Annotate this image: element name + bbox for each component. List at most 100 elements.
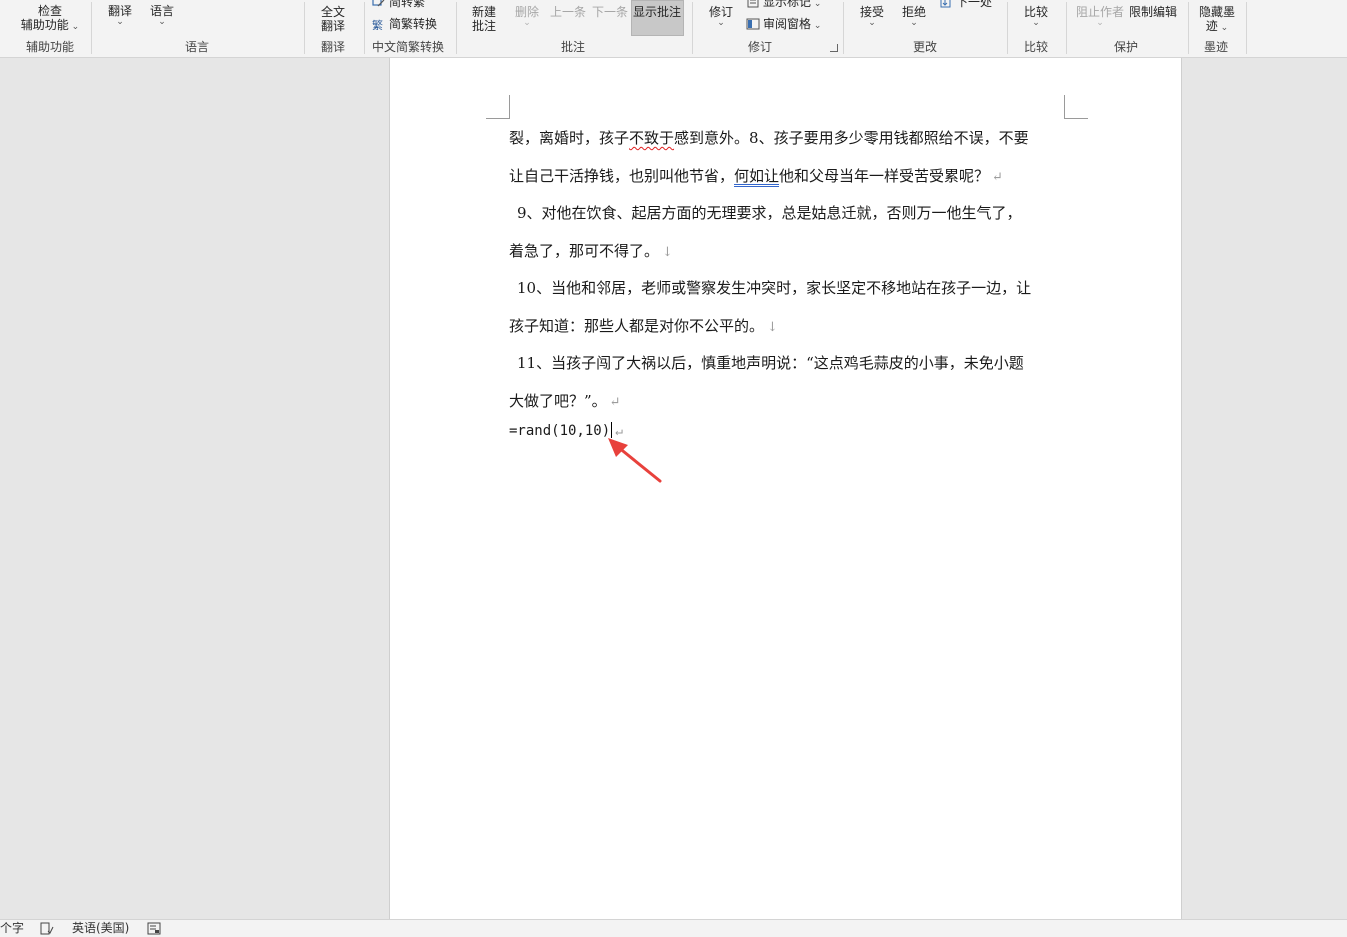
restrict-editing-button[interactable]: 限制编辑 xyxy=(1129,5,1177,19)
text-run: 孩子知道：那些人都是对你不公平的。 xyxy=(509,317,765,335)
annotation-arrow-icon xyxy=(608,438,662,483)
translate-document-label-1: 全文 xyxy=(320,5,345,19)
reviewing-pane-icon xyxy=(746,18,760,30)
text-run: 让自己干活挣钱，也别叫他节省， xyxy=(509,167,735,185)
chevron-down-icon: ⌄ xyxy=(523,18,531,28)
text-run: 他和父母当年一样受苦受累呢？ xyxy=(779,167,990,185)
show-markup-dropdown[interactable]: 显示标记 ⌄ xyxy=(746,0,821,11)
previous-comment-button[interactable]: 上一条 xyxy=(550,5,586,19)
simplified-to-traditional-button[interactable]: 简转繁 xyxy=(372,0,425,9)
tracking-options-launcher-icon[interactable] xyxy=(830,44,838,52)
status-bar: 个字 英语(美国) xyxy=(0,919,1347,937)
translate-document-label-2: 翻译 xyxy=(320,19,345,33)
group-label-comments: 批注 xyxy=(560,40,585,54)
group-separator xyxy=(692,2,693,54)
text-run: 11、当孩子闯了大祸以后，慎重地声明说：“这点鸡毛蒜皮的小事，未免小题 xyxy=(517,354,1024,372)
new-comment-button[interactable]: 新建 批注 xyxy=(468,5,500,33)
word-count[interactable]: 个字 xyxy=(0,920,24,937)
reviewing-pane-dropdown[interactable]: 审阅窗格 ⌄ xyxy=(746,17,821,33)
next-comment-button[interactable]: 下一条 xyxy=(592,5,628,19)
group-separator xyxy=(304,2,305,54)
group-separator xyxy=(364,2,365,54)
macro-record-icon[interactable] xyxy=(147,922,161,935)
accept-button[interactable]: 接受 ⌄ xyxy=(856,5,888,28)
document-page[interactable]: 裂，离婚时，孩子不致于感到意外。8、孩子要用多少零用钱都照给不误，不要 让自己干… xyxy=(389,58,1182,919)
track-changes-button[interactable]: 修订 ⌄ xyxy=(705,5,737,28)
group-label-translate: 翻译 xyxy=(320,40,345,54)
paragraph-line[interactable]: 10、当他和邻居，老师或警察发生冲突时，家长坚定不移地站在孩子一边，让 xyxy=(517,278,1031,298)
group-separator xyxy=(1007,2,1008,54)
grammar-error-run[interactable]: 何如让 xyxy=(734,167,779,185)
paragraph-line[interactable]: 让自己干活挣钱，也别叫他节省，何如让他和父母当年一样受苦受累呢？ ↵ xyxy=(509,166,1003,188)
compare-button[interactable]: 比较 ⌄ xyxy=(1020,5,1052,28)
markup-icon xyxy=(747,0,759,8)
proofing-icon[interactable] xyxy=(40,922,54,935)
paragraph-line[interactable]: 大做了吧？”。 ↵ xyxy=(509,391,621,413)
reject-button[interactable]: 拒绝 ⌄ xyxy=(898,5,930,28)
language-button[interactable]: 语言 ⌄ xyxy=(146,4,178,27)
reviewing-pane-label: 审阅窗格 xyxy=(763,17,812,31)
rand-formula-text: =rand(10,10) xyxy=(509,423,611,439)
group-label-language: 语言 xyxy=(184,40,209,54)
group-label-ink: 墨迹 xyxy=(1203,40,1228,54)
group-label-compare: 比较 xyxy=(1023,40,1048,54)
group-label-accessibility: 辅助功能 xyxy=(25,40,74,54)
check-accessibility-button[interactable]: 检查 辅助功能 ⌄ xyxy=(20,4,80,34)
group-separator xyxy=(1246,2,1247,54)
language-label: 语言 xyxy=(149,4,174,18)
chevron-down-icon: ⌄ xyxy=(811,0,822,9)
ribbon: 检查 辅助功能 ⌄ 辅助功能 翻译 ⌄ 语言 ⌄ 语言 全文 翻译 翻译 简转繁… xyxy=(0,0,1347,58)
check-accessibility-label-1: 检查 xyxy=(37,4,62,18)
next-change-icon xyxy=(940,0,951,8)
hide-ink-label-1: 隐藏墨 xyxy=(1198,5,1235,19)
line-break-mark-icon: ↓ xyxy=(767,320,778,335)
next-change-button[interactable]: 下一处 xyxy=(939,0,992,9)
language-status[interactable]: 英语(美国) xyxy=(72,920,129,937)
chevron-down-icon: ⌄ xyxy=(158,17,166,27)
paragraph-line[interactable]: 着急了，那可不得了。 ↓ xyxy=(509,241,673,263)
group-separator xyxy=(1188,2,1189,54)
chevron-down-icon: ⌄ xyxy=(1032,18,1040,28)
hide-ink-label-2: 迹 xyxy=(1205,19,1218,33)
group-separator xyxy=(1066,2,1067,54)
block-authors-button[interactable]: 阻止作者 ⌄ xyxy=(1075,5,1125,28)
group-label-protect: 保护 xyxy=(1113,40,1138,54)
chevron-down-icon: ⌄ xyxy=(68,22,80,32)
paragraph-line[interactable]: 裂，离婚时，孩子不致于感到意外。8、孩子要用多少零用钱都照给不误，不要 xyxy=(509,128,1029,148)
spelling-error-run[interactable]: 不致于 xyxy=(629,129,674,147)
text-run: 感到意外。8、孩子要用多少零用钱都照给不误，不要 xyxy=(674,129,1029,147)
chevron-down-icon: ⌄ xyxy=(811,21,822,31)
group-separator xyxy=(456,2,457,54)
accept-label: 接受 xyxy=(859,5,884,19)
group-label-changes: 更改 xyxy=(912,40,937,54)
delete-comment-button[interactable]: 删除 ⌄ xyxy=(511,5,543,28)
new-comment-label-1: 新建 xyxy=(471,5,496,19)
chevron-down-icon: ⌄ xyxy=(1217,23,1229,33)
group-separator xyxy=(91,2,92,54)
text-run: 着急了，那可不得了。 xyxy=(509,242,660,260)
text-run: 大做了吧？”。 xyxy=(509,392,607,410)
paragraph-line[interactable]: 孩子知道：那些人都是对你不公平的。 ↓ xyxy=(509,316,778,338)
paragraph-mark-icon: ↵ xyxy=(609,395,621,410)
svg-text:繁: 繁 xyxy=(372,18,383,30)
translate-document-button[interactable]: 全文 翻译 xyxy=(316,5,350,33)
chinese-conversion-label: 简繁转换 xyxy=(389,17,438,31)
text-run: 10、当他和邻居，老师或警察发生冲突时，家长坚定不移地站在孩子一边，让 xyxy=(517,279,1032,297)
hide-ink-button[interactable]: 隐藏墨 迹 ⌄ xyxy=(1196,5,1238,35)
paragraph-line[interactable]: 11、当孩子闯了大祸以后，慎重地声明说：“这点鸡毛蒜皮的小事，未免小题 xyxy=(517,353,1024,373)
chevron-down-icon: ⌄ xyxy=(868,18,876,28)
group-separator xyxy=(843,2,844,54)
reject-label: 拒绝 xyxy=(901,5,926,19)
paragraph-line[interactable]: 9、对他在饮食、起居方面的无理要求，总是姑息迁就，否则万一他生气了， xyxy=(517,203,1022,223)
chinese-conversion-button[interactable]: 繁简繁转换 xyxy=(372,17,437,31)
show-comments-label: 显示批注 xyxy=(633,5,682,19)
check-accessibility-label-2: 辅助功能 xyxy=(20,18,69,32)
chevron-down-icon: ⌄ xyxy=(1096,18,1104,28)
chinese-convert-icon: 繁 xyxy=(372,18,383,30)
margin-corner-mark xyxy=(1064,95,1088,119)
translate-button[interactable]: 翻译 ⌄ xyxy=(104,4,136,27)
next-change-label: 下一处 xyxy=(956,0,993,9)
delete-comment-label: 删除 xyxy=(514,5,539,19)
chevron-down-icon: ⌄ xyxy=(717,18,725,28)
new-comment-label-2: 批注 xyxy=(471,19,496,33)
